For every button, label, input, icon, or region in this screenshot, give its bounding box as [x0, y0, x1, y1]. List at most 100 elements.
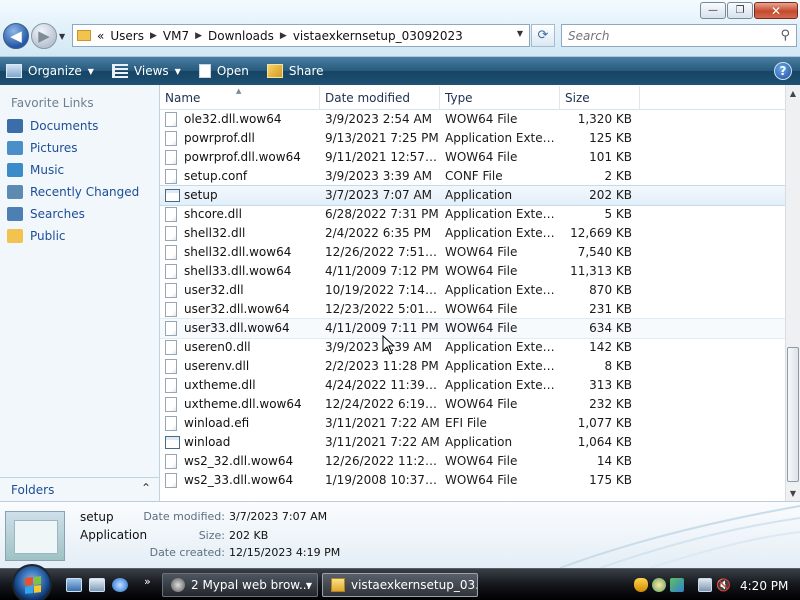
organize-button[interactable]: Organize ▼: [6, 64, 94, 78]
views-button[interactable]: Views ▼: [111, 64, 181, 78]
file-name-cell[interactable]: shell32.dll.wow64: [160, 243, 320, 262]
folders-toggle[interactable]: Folders ⌃: [0, 477, 159, 501]
clock[interactable]: 4:20 PM: [740, 579, 788, 593]
windows-update-icon[interactable]: [670, 578, 684, 592]
file-name-cell[interactable]: ws2_33.dll.wow64: [160, 471, 320, 490]
breadcrumb-separator-icon[interactable]: ▶: [150, 31, 157, 41]
column-header-type[interactable]: Type: [440, 86, 560, 110]
file-name-cell[interactable]: setup: [160, 186, 320, 205]
internet-explorer-icon[interactable]: [112, 578, 128, 592]
file-row[interactable]: setup 3/7/2023 7:07 AM Application 202 KB: [160, 185, 785, 206]
user-icon[interactable]: [652, 578, 666, 592]
switch-windows-icon[interactable]: [89, 578, 105, 592]
file-row[interactable]: powrprof.dll.wow64 9/11/2021 12:57 AM WOW6…: [160, 148, 785, 167]
file-date-modified: 12/24/2022 6:19 AM: [325, 397, 440, 411]
back-button[interactable]: ◀: [3, 23, 29, 49]
column-header-date-modified[interactable]: Date modified: [320, 86, 440, 110]
breadcrumb-separator-icon[interactable]: ▶: [195, 31, 202, 41]
quick-launch-overflow-icon[interactable]: »: [144, 575, 151, 588]
file-name-cell[interactable]: shell33.dll.wow64: [160, 262, 320, 281]
file-name-cell[interactable]: uxtheme.dll.wow64: [160, 395, 320, 414]
file-row[interactable]: user32.dll 10/19/2022 7:14 PM Application …: [160, 281, 785, 300]
file-name-cell[interactable]: powrprof.dll.wow64: [160, 148, 320, 167]
favorite-link-documents[interactable]: Documents: [0, 115, 159, 137]
search-input[interactable]: [568, 28, 781, 43]
search-box[interactable]: ⚲: [561, 24, 797, 47]
close-button[interactable]: ✕: [754, 2, 798, 19]
file-icon: [165, 150, 177, 165]
file-row[interactable]: ole32.dll.wow64 3/9/2023 2:54 AM WOW64 Fil…: [160, 110, 785, 129]
file-row[interactable]: user33.dll.wow64 4/11/2009 7:11 PM WOW64 F…: [160, 318, 785, 339]
file-name: ws2_33.dll.wow64: [184, 473, 294, 487]
forward-button[interactable]: ▶: [31, 23, 57, 49]
file-name-cell[interactable]: powrprof.dll: [160, 129, 320, 148]
file-date-modified: 12/26/2022 7:51 PM: [325, 245, 440, 259]
file-name-cell[interactable]: shell32.dll: [160, 224, 320, 243]
file-row[interactable]: ws2_33.dll.wow64 1/19/2008 10:37 AM WOW64 …: [160, 471, 785, 490]
file-row[interactable]: uxtheme.dll.wow64 12/24/2022 6:19 AM WOW64…: [160, 395, 785, 414]
file-row[interactable]: setup.conf 3/9/2023 3:39 AM CONF File 2 KB: [160, 167, 785, 186]
file-type: Application Extens...: [445, 359, 560, 373]
file-row[interactable]: winload.efi 3/11/2021 7:22 AM EFI File 1,07…: [160, 414, 785, 433]
maximize-button[interactable]: ❐: [727, 2, 753, 19]
taskbar-button-mypal[interactable]: 2 Mypal web brow... ▼: [162, 573, 318, 597]
breadcrumb-vm7[interactable]: VM7: [163, 29, 189, 43]
file-icon: [165, 397, 177, 412]
file-name-cell[interactable]: winload.efi: [160, 414, 320, 433]
breadcrumb-downloads[interactable]: Downloads: [208, 29, 274, 43]
file-row[interactable]: shell33.dll.wow64 4/11/2009 7:12 PM WOW64 …: [160, 262, 785, 281]
file-row[interactable]: powrprof.dll 9/13/2021 7:25 PM Application…: [160, 129, 785, 148]
file-name-cell[interactable]: user33.dll.wow64: [160, 319, 320, 338]
address-bar[interactable]: « Users ▶ VM7 ▶ Downloads ▶ vistaexkerns…: [72, 24, 530, 47]
favorite-link-searches[interactable]: Searches: [0, 203, 159, 225]
file-row[interactable]: userenv.dll 2/2/2023 11:28 PM Application …: [160, 357, 785, 376]
file-name-cell[interactable]: useren0.dll: [160, 338, 320, 357]
file-row[interactable]: shcore.dll 6/28/2022 7:31 PM Application E…: [160, 205, 785, 224]
file-name-cell[interactable]: ole32.dll.wow64: [160, 110, 320, 129]
file-row[interactable]: ws2_32.dll.wow64 12/26/2022 11:26 ... WOW6…: [160, 452, 785, 471]
taskbar-button-explorer[interactable]: vistaexkernsetup_03...: [322, 573, 478, 597]
file-name-cell[interactable]: userenv.dll: [160, 357, 320, 376]
favorite-link-recently-changed[interactable]: Recently Changed: [0, 181, 159, 203]
favorite-link-music[interactable]: Music: [0, 159, 159, 181]
file-row[interactable]: shell32.dll 2/4/2022 6:35 PM Application E…: [160, 224, 785, 243]
file-name-cell[interactable]: uxtheme.dll: [160, 376, 320, 395]
breadcrumb-current-folder[interactable]: vistaexkernsetup_03092023: [293, 29, 463, 43]
file-name-cell[interactable]: setup.conf: [160, 167, 320, 186]
vertical-scrollbar[interactable]: ▲ ▼: [785, 85, 800, 501]
file-row[interactable]: shell32.dll.wow64 12/26/2022 7:51 PM WOW64…: [160, 243, 785, 262]
breadcrumb-users[interactable]: Users: [110, 29, 144, 43]
search-icon[interactable]: ⚲: [780, 28, 790, 43]
file-row[interactable]: user32.dll.wow64 12/23/2022 5:01 PM WOW64 …: [160, 300, 785, 319]
recent-pages-dropdown[interactable]: ▼: [59, 32, 65, 41]
column-header-size[interactable]: Size: [560, 86, 640, 110]
volume-muted-icon[interactable]: 🔇: [716, 578, 731, 592]
show-desktop-icon[interactable]: [66, 578, 82, 592]
file-name-cell[interactable]: user32.dll: [160, 281, 320, 300]
breadcrumb-separator-icon[interactable]: ▶: [280, 31, 287, 41]
start-button[interactable]: [12, 564, 52, 600]
file-name: ws2_32.dll.wow64: [184, 454, 294, 468]
favorite-link-public[interactable]: Public: [0, 225, 159, 247]
file-name-cell[interactable]: shcore.dll: [160, 205, 320, 224]
scroll-down-icon[interactable]: ▼: [786, 485, 800, 501]
breadcrumb-overflow[interactable]: «: [97, 29, 104, 43]
minimize-button[interactable]: —: [700, 2, 726, 19]
scroll-up-icon[interactable]: ▲: [786, 85, 800, 101]
file-name-cell[interactable]: winload: [160, 433, 320, 452]
address-dropdown-icon[interactable]: ▼: [517, 29, 523, 38]
file-name-cell[interactable]: user32.dll.wow64: [160, 300, 320, 319]
favorite-link-pictures[interactable]: Pictures: [0, 137, 159, 159]
security-shield-icon[interactable]: [634, 578, 648, 592]
refresh-button[interactable]: ⟳: [531, 24, 555, 47]
open-button[interactable]: Open: [198, 64, 249, 78]
file-row[interactable]: uxtheme.dll 4/24/2022 11:39 PM Application…: [160, 376, 785, 395]
file-name-cell[interactable]: ws2_32.dll.wow64: [160, 452, 320, 471]
network-icon[interactable]: [698, 578, 712, 592]
file-row[interactable]: winload 3/11/2021 7:22 AM Application 1,064…: [160, 433, 785, 452]
help-button[interactable]: ?: [774, 62, 792, 80]
scrollbar-thumb[interactable]: [787, 347, 799, 482]
chevron-up-icon[interactable]: ⌃: [141, 481, 151, 495]
share-button[interactable]: Share: [266, 64, 324, 78]
file-row[interactable]: useren0.dll 3/9/2023 3:39 AM Application E…: [160, 338, 785, 357]
